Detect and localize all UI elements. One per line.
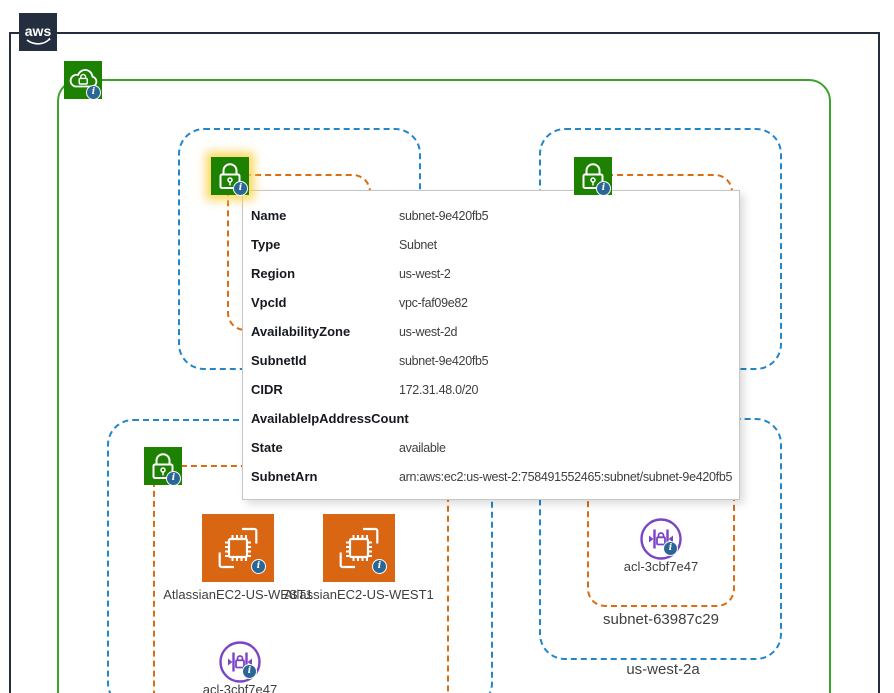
ec2-instance-label: AtlassianEC2-US-WEST1 (284, 587, 434, 602)
aws-logo-text: aws (25, 23, 52, 39)
info-icon: i (372, 559, 387, 574)
tooltip-label: State (251, 440, 399, 455)
subnet-label: subnet-63987c29 (603, 611, 719, 628)
tooltip-row: CIDR 172.31.48.0/20 (251, 375, 731, 404)
network-acl-icon-bottom[interactable]: i (217, 639, 263, 685)
tooltip-value: available (399, 441, 446, 455)
tooltip-label: Type (251, 237, 399, 252)
subnet-tooltip: Name subnet-9e420fb5 Type Subnet Region … (242, 190, 740, 500)
tooltip-value: 172.31.48.0/20 (399, 383, 478, 397)
network-acl-label: acl-3cbf7e47 (203, 682, 277, 693)
network-acl-label: acl-3cbf7e47 (624, 559, 698, 574)
tooltip-value: subnet-9e420fb5 (399, 354, 488, 368)
security-group-icon-top-right[interactable]: i (574, 157, 612, 195)
tooltip-label: AvailabilityZone (251, 324, 399, 339)
tooltip-label: SubnetArn (251, 469, 399, 484)
tooltip-value: us-west-2d (399, 325, 457, 339)
tooltip-row: SubnetArn arn:aws:ec2:us-west-2:75849155… (251, 462, 731, 491)
info-icon: i (251, 559, 266, 574)
tooltip-row: VpcId vpc-faf09e82 (251, 288, 731, 317)
tooltip-row: AvailabilityZone us-west-2d (251, 317, 731, 346)
tooltip-value: vpc-faf09e82 (399, 296, 468, 310)
tooltip-label: Name (251, 208, 399, 223)
tooltip-label: AvailableIpAddressCount (251, 411, 399, 426)
aws-logo: aws (19, 13, 57, 51)
tooltip-value: subnet-9e420fb5 (399, 209, 488, 223)
network-acl-icon (217, 639, 263, 685)
info-icon: i (596, 181, 611, 196)
tooltip-row: AvailableIpAddressCount (251, 404, 731, 433)
tooltip-label: VpcId (251, 295, 399, 310)
tooltip-row: SubnetId subnet-9e420fb5 (251, 346, 731, 375)
security-group-icon-top-left-selected[interactable]: i (211, 157, 249, 195)
aws-logo-icon: aws (19, 13, 57, 51)
info-icon: i (86, 85, 101, 100)
ec2-instance-icon-1[interactable]: i (202, 514, 274, 582)
network-acl-icon-right[interactable]: i (638, 516, 684, 562)
tooltip-label: Region (251, 266, 399, 281)
tooltip-row: Region us-west-2 (251, 259, 731, 288)
tooltip-value: us-west-2 (399, 267, 450, 281)
ec2-instance-icon-2[interactable]: i (323, 514, 395, 582)
tooltip-row: Name subnet-9e420fb5 (251, 201, 731, 230)
tooltip-row: State available (251, 433, 731, 462)
vpc-icon[interactable]: i (64, 61, 102, 99)
security-group-icon-bottom-left[interactable]: i (144, 447, 182, 485)
info-icon: i (166, 471, 181, 486)
diagram-canvas: aws i i i (0, 0, 894, 693)
tooltip-row: Type Subnet (251, 230, 731, 259)
info-icon: i (233, 181, 248, 196)
tooltip-label: SubnetId (251, 353, 399, 368)
info-icon: i (242, 664, 257, 679)
tooltip-label: CIDR (251, 382, 399, 397)
tooltip-value: arn:aws:ec2:us-west-2:758491552465:subne… (399, 470, 732, 484)
tooltip-value: Subnet (399, 238, 437, 252)
network-acl-icon (638, 516, 684, 562)
availability-zone-label: us-west-2a (626, 661, 699, 678)
info-icon: i (663, 541, 678, 556)
